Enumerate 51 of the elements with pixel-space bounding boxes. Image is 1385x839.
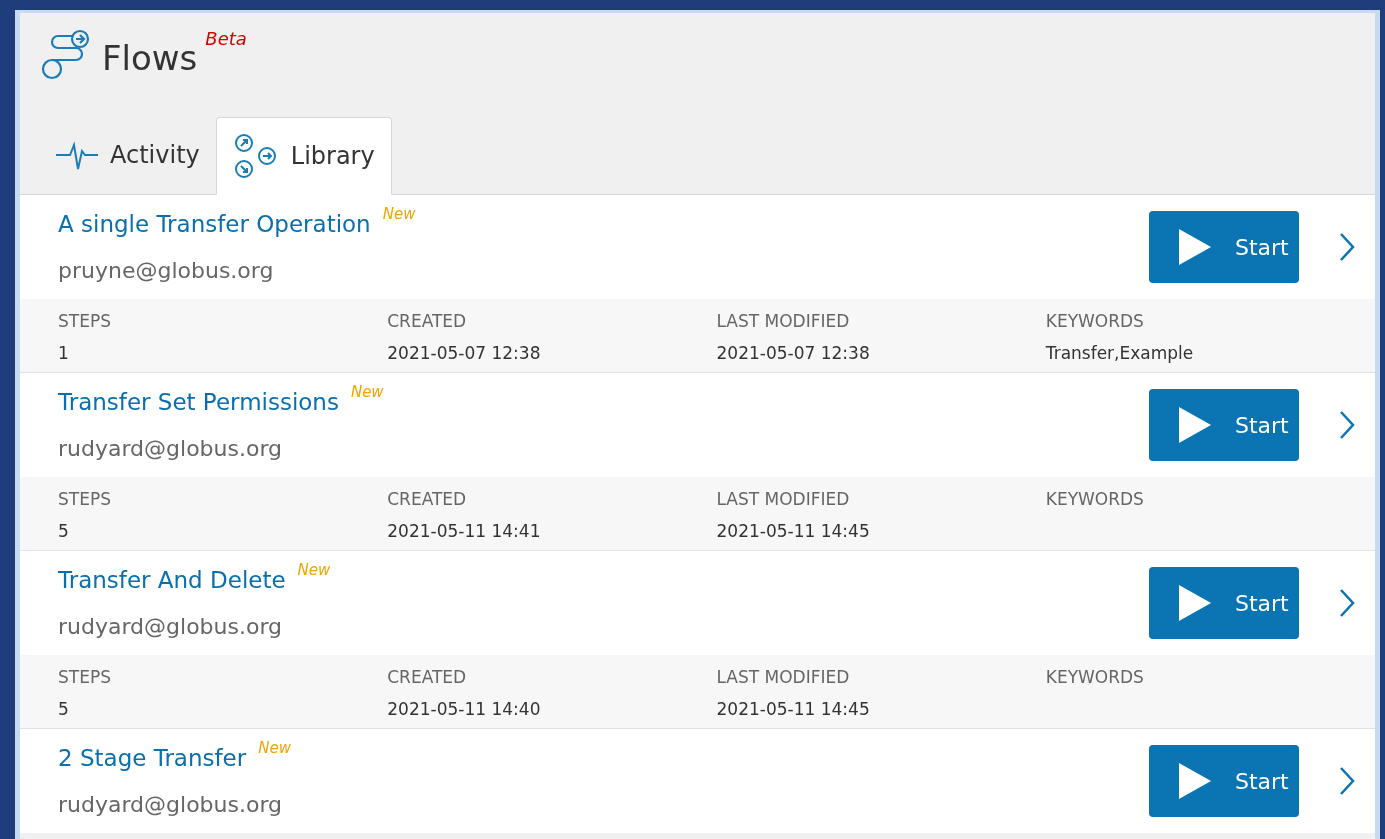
play-icon	[1179, 407, 1211, 443]
field-label: STEPS	[58, 488, 112, 511]
field-value: 1	[58, 341, 70, 365]
author-email: pruyne@globus.org	[58, 256, 275, 285]
field-label: STEPS	[58, 666, 112, 689]
field-label: LAST MODIFIED	[716, 488, 851, 511]
start-button[interactable]: Start	[1149, 567, 1299, 639]
arrows-circles-icon	[232, 133, 279, 179]
field-value: 5	[58, 519, 70, 543]
start-button[interactable]: Start	[1149, 745, 1299, 817]
field-value: 5	[58, 697, 70, 721]
start-button[interactable]: Start	[1149, 211, 1299, 283]
field-value: 2021-05-11 14:45	[716, 519, 871, 543]
play-icon	[1179, 763, 1211, 799]
field-label: LAST MODIFIED	[716, 310, 851, 333]
flow-title-link[interactable]: Transfer And Delete	[58, 563, 286, 598]
flow-title-link[interactable]: A single Transfer Operation	[58, 207, 371, 242]
field-label: KEYWORDS	[1045, 488, 1145, 511]
chevron-right-icon[interactable]	[1339, 410, 1355, 440]
flow-title-link[interactable]: Transfer Set Permissions	[58, 385, 339, 420]
beta-label: Beta	[205, 27, 247, 51]
field-label: CREATED	[387, 488, 468, 511]
flow-title-link[interactable]: 2 Stage Transfer	[58, 741, 247, 776]
chevron-right-icon[interactable]	[1339, 588, 1355, 618]
author-email: rudyard@globus.org	[58, 790, 284, 819]
author-email: rudyard@globus.org	[58, 434, 284, 463]
chevron-right-icon[interactable]	[1339, 232, 1355, 262]
tab[interactable]: Library	[215, 117, 392, 195]
field-label: KEYWORDS	[1045, 310, 1145, 333]
play-icon	[1179, 229, 1211, 265]
field-value: Transfer,Example	[1045, 341, 1195, 365]
new-label: New	[350, 382, 384, 404]
new-label: New	[382, 204, 416, 226]
field-value: 2021-05-07 12:38	[716, 341, 871, 365]
app-title: Flows	[102, 37, 198, 80]
field-value: 2021-05-11 14:41	[387, 519, 542, 543]
new-label: New	[297, 560, 331, 582]
field-label: KEYWORDS	[1045, 666, 1145, 689]
field-value: 2021-05-11 14:45	[716, 697, 871, 721]
field-label: STEPS	[58, 310, 112, 333]
author-email: rudyard@globus.org	[58, 612, 284, 641]
field-value: 2021-05-11 14:40	[387, 697, 542, 721]
new-label: New	[258, 738, 291, 760]
tab[interactable]: Activity	[40, 116, 216, 194]
play-icon	[1179, 585, 1211, 621]
field-label: CREATED	[387, 666, 468, 689]
start-button[interactable]: Start	[1149, 389, 1299, 461]
field-label: LAST MODIFIED	[716, 666, 851, 689]
chevron-right-icon[interactable]	[1339, 766, 1355, 796]
field-value: 2021-05-07 12:38	[387, 341, 542, 365]
field-label: CREATED	[387, 310, 468, 333]
